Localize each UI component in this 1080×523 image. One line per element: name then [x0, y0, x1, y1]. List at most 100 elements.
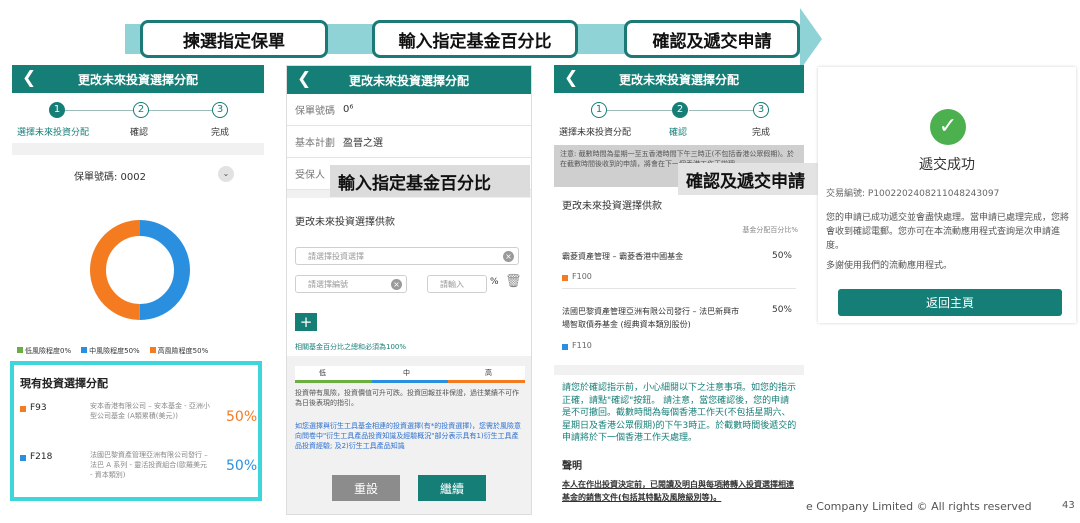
plus-icon: + [299, 313, 313, 331]
chevron-down-icon[interactable]: ⌄ [218, 166, 234, 182]
step-2-label: 確認 [669, 128, 688, 138]
step-3-circle: 3 [212, 102, 228, 118]
percentage-input[interactable]: 請輸入 [427, 275, 487, 293]
panel-confirm: ❮ 更改未來投資選擇分配 1 2 3 選擇未來投資分配 確認 完成 注意: 截數… [554, 65, 804, 517]
risk-medium-label: 中 [403, 369, 410, 377]
check-circle-icon: ✓ [930, 109, 966, 145]
risk-scale: 低 中 高 [295, 366, 525, 380]
sum-note: 相關基金百分比之總和必須為100% [295, 343, 407, 351]
fund-name: 霸菱資產管理 – 霸菱香港中國基金 [562, 252, 684, 261]
stepper-line [689, 110, 761, 111]
fund-percentage: 50% [226, 458, 258, 474]
banner-step-1: 揀選指定保單 [140, 20, 328, 58]
panel-success: ✓ 遞交成功 交易編號: P10022024082110482430​97 您的… [818, 67, 1076, 323]
back-icon[interactable]: ❮ [297, 69, 311, 89]
fund-row: 霸菱資產管理 – 霸菱香港中國基金 50% F100 [562, 251, 796, 289]
back-icon[interactable]: ❮ [564, 68, 578, 88]
policy-number-key: 保單號碼 [295, 106, 335, 117]
disclaimer-risk: 投資帶有風險，投資價值可升可跌。投資回報並非保證，過往業績不可作為日後表現的指引… [295, 389, 519, 407]
step-1-circle: 1 [49, 102, 65, 118]
risk-bar [295, 380, 526, 383]
basic-plan-row: 基本計劃 盈晉之選 [287, 126, 531, 158]
step-3-circle: 3 [753, 102, 769, 118]
section-title: 更改未來投資選擇供款 [562, 201, 662, 212]
fund-percentage: 50% [771, 305, 792, 315]
banner-step-2: 輸入指定基金百分比 [372, 20, 578, 58]
fund-code: F100 [572, 272, 592, 281]
basic-plan-key: 基本計劃 [295, 138, 335, 149]
legend-medium: 中風險程度50% [81, 346, 140, 356]
step-2-label: 確認 [130, 128, 149, 138]
fund-row: 法國巴黎資產管理亞洲有限公司發行 – 法巴新興市場智取債券基金 (經典資本類別股… [562, 305, 796, 355]
footer-copyright: e Company Limited © All rights reserved [806, 500, 1032, 513]
fund-row: F218 法國巴黎資產管理亞洲有限公司發行 – 法巴 A 系列 - 靈活投資組合… [20, 450, 258, 496]
stepper-line [64, 110, 134, 111]
step-1-label: 選擇未來投資分配 [17, 128, 90, 138]
fund-percentage: 50% [771, 251, 792, 261]
fund-name: 法國巴黎資產管理亞洲有限公司發行 – 法巴新興市場智取債券基金 (經典資本類別股… [562, 307, 740, 329]
stepper-line [606, 110, 676, 111]
fund-code: F110 [572, 341, 592, 350]
panel3-stepper: 1 2 3 選擇未來投資分配 確認 完成 [554, 93, 804, 143]
trash-icon[interactable]: 🗑 [505, 274, 522, 289]
fund-code-input[interactable]: 請選擇編號 × [295, 275, 407, 293]
fund-name: 法國巴黎資產管理亞洲有限公司發行 – 法巴 A 系列 - 靈活投資組合(歐羅美元… [90, 451, 208, 479]
existing-allocation-title: 現有投資選擇分配 [20, 377, 108, 390]
stepper-line [147, 110, 219, 111]
add-fund-button[interactable]: + [295, 313, 317, 331]
legend-high: 高風險程度50% [149, 346, 208, 356]
risk-high-label: 高 [485, 369, 492, 377]
step-3-label: 完成 [752, 128, 771, 138]
existing-allocation-highlight: 現有投資選擇分配 F93 安本香港有限公司 – 安本基金 - 亞洲小型公司基金 … [10, 361, 262, 501]
fund-color-marker [20, 455, 26, 461]
legend-low: 低風險程度0% [17, 346, 71, 356]
step-2-circle: 2 [133, 102, 149, 118]
policy-selector[interactable]: 保單號碼: 0002 ⌄ [12, 155, 264, 195]
callout-input-percentage: 輸入指定基金百分比 [330, 165, 530, 197]
fund-code: F218 [30, 452, 53, 462]
fund-code: F93 [30, 403, 47, 413]
continue-button[interactable]: 繼續 [418, 475, 486, 501]
clear-icon[interactable]: × [391, 279, 402, 290]
panel3-title: 更改未來投資選擇分配 [618, 72, 739, 87]
panel1-stepper: 1 2 3 選擇未來投資分配 確認 完成 [12, 93, 264, 143]
panel-input-percentage: ❮ 更改未來投資選擇分配 保單號碼 0⁶ 基本計劃 盈晉之選 受保人 更改未來投… [286, 65, 532, 515]
section-title: 更改未來投資選擇供款 [295, 217, 395, 228]
panel2-title: 更改未來投資選擇分配 [348, 73, 469, 88]
fund-color-marker [562, 275, 568, 281]
step-1-label: 選擇未來投資分配 [559, 128, 632, 138]
clear-icon[interactable]: × [503, 251, 514, 262]
declaration-title: 聲明 [562, 461, 582, 472]
fund-color-marker [20, 406, 26, 412]
fund-color-marker [562, 344, 568, 350]
fund-name: 安本香港有限公司 – 安本基金 - 亞洲小型公司基金 (A類累積(美元)) [90, 402, 210, 420]
risk-donut-chart [90, 220, 190, 320]
return-home-button[interactable]: 返回主頁 [838, 289, 1062, 316]
policy-number-value: 0⁶ [343, 104, 354, 115]
step-3-label: 完成 [211, 128, 230, 138]
confirm-notice: 請您於確認指示前，小心細閱以下之注意事項。如您的指示正確，請點"確認"按鈕。 請… [562, 383, 797, 443]
panel2-header: ❮ 更改未來投資選擇分配 [287, 66, 531, 94]
percent-unit: % [490, 277, 499, 287]
fund-row: F93 安本香港有限公司 – 安本基金 - 亞洲小型公司基金 (A類累積(美元)… [20, 401, 258, 447]
banner-step-3: 確認及遞交申請 [624, 20, 800, 58]
divider [554, 365, 804, 375]
panel3-header: ❮ 更改未來投資選擇分配 [554, 65, 804, 93]
risk-low-label: 低 [319, 369, 326, 377]
policy-number-label: 保單號碼: 0002 [74, 172, 146, 183]
allocation-column-header: 基金分配百分比% [742, 226, 798, 234]
investment-select-input[interactable]: 請選擇投資選擇 × [295, 247, 519, 265]
success-message: 您的申請已成功遞交並會盡快處理。當申請已處理完成，您將會收到確認電郵。您亦可在本… [826, 213, 1070, 251]
step-2-circle: 2 [672, 102, 688, 118]
fund-percentage: 50% [226, 409, 258, 425]
step-1-circle: 1 [591, 102, 607, 118]
callout-confirm-submit: 確認及遞交申請 [678, 163, 830, 195]
basic-plan-value: 盈晉之選 [343, 138, 383, 149]
footer-page-number: 43 [1062, 500, 1075, 511]
reset-button[interactable]: 重設 [332, 475, 400, 501]
disclaimer-derivatives: 如您選擇與衍生工具基金相連的投資選擇(有*的投資選擇)，您需於風險意向問卷中"衍… [295, 422, 521, 450]
panel1-title: 更改未來投資選擇分配 [77, 72, 198, 87]
declaration-text: 本人在作出投資決定前，已閱讀及明白與每項將轉入投資選擇相連基金的銷售文件(包括其… [562, 480, 794, 502]
back-icon[interactable]: ❮ [22, 68, 36, 88]
transaction-reference: 交易編號: P10022024082110482430​97 [826, 189, 1000, 199]
